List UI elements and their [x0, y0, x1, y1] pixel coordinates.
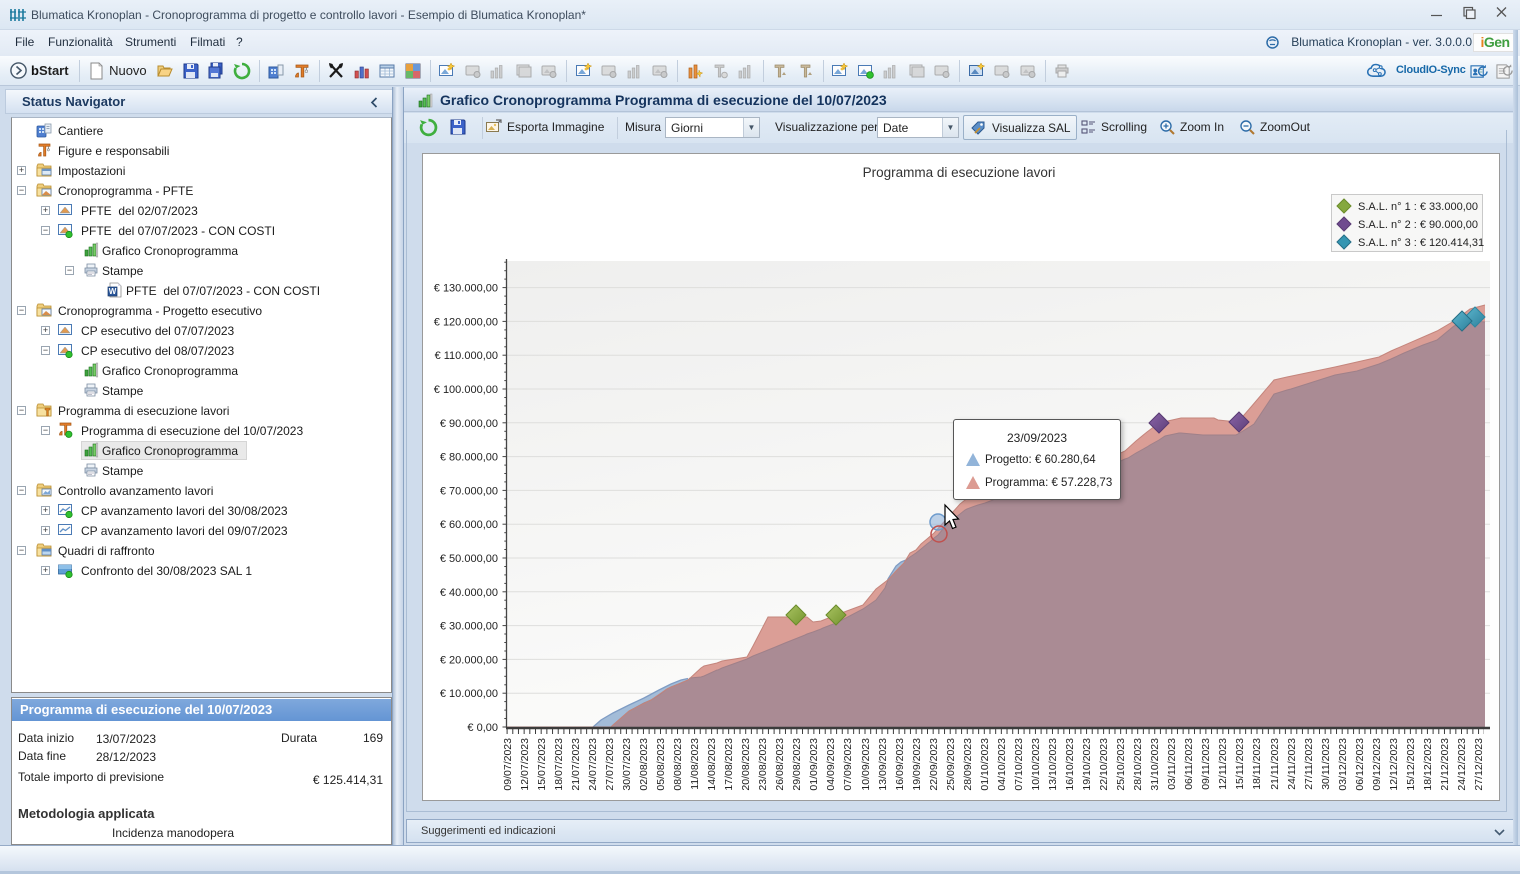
svg-text:07/10/2023: 07/10/2023: [1013, 738, 1025, 791]
svg-text:03/11/2023: 03/11/2023: [1166, 738, 1178, 790]
svg-text:€ 30.000,00: € 30.000,00: [440, 621, 498, 633]
svg-text:€ 60.000,00: € 60.000,00: [440, 519, 498, 531]
svg-text:02/08/2023: 02/08/2023: [638, 738, 650, 791]
svg-text:15/11/2023: 15/11/2023: [1234, 738, 1246, 790]
svg-text:09/12/2023: 09/12/2023: [1371, 738, 1383, 791]
svg-text:10/10/2023: 10/10/2023: [1030, 738, 1042, 791]
svg-text:24/12/2023: 24/12/2023: [1456, 738, 1468, 791]
svg-text:18/11/2023: 18/11/2023: [1251, 738, 1263, 790]
svg-text:26/08/2023: 26/08/2023: [774, 738, 786, 791]
svg-text:31/10/2023: 31/10/2023: [1149, 738, 1161, 791]
svg-text:19/10/2023: 19/10/2023: [1081, 738, 1093, 791]
svg-text:06/11/2023: 06/11/2023: [1183, 738, 1195, 790]
svg-text:13/09/2023: 13/09/2023: [877, 738, 889, 791]
svg-text:10/09/2023: 10/09/2023: [860, 738, 872, 791]
svg-text:27/12/2023: 27/12/2023: [1473, 738, 1485, 791]
svg-text:01/10/2023: 01/10/2023: [979, 738, 991, 791]
svg-text:28/09/2023: 28/09/2023: [962, 738, 974, 791]
svg-text:12/07/2023: 12/07/2023: [519, 738, 531, 791]
svg-text:€ 50.000,00: € 50.000,00: [440, 553, 498, 565]
svg-text:24/11/2023: 24/11/2023: [1286, 738, 1298, 790]
svg-text:21/07/2023: 21/07/2023: [570, 738, 582, 791]
svg-text:€ 100.000,00: € 100.000,00: [434, 384, 498, 396]
svg-text:€ 110.000,00: € 110.000,00: [435, 350, 498, 362]
svg-text:€ 90.000,00: € 90.000,00: [440, 418, 498, 430]
svg-text:12/11/2023: 12/11/2023: [1217, 738, 1229, 790]
svg-text:17/08/2023: 17/08/2023: [723, 738, 735, 791]
svg-text:W: W: [109, 287, 117, 296]
svg-text:€ 80.000,00: € 80.000,00: [440, 452, 498, 464]
svg-text:18/12/2023: 18/12/2023: [1422, 738, 1434, 791]
svg-text:30/11/2023: 30/11/2023: [1320, 738, 1332, 790]
svg-text:€ 20.000,00: € 20.000,00: [440, 654, 498, 666]
svg-text:19/09/2023: 19/09/2023: [911, 738, 923, 791]
svg-text:22/09/2023: 22/09/2023: [928, 738, 940, 791]
svg-text:28/10/2023: 28/10/2023: [1132, 738, 1144, 791]
svg-text:06/12/2023: 06/12/2023: [1354, 738, 1366, 791]
svg-text:27/11/2023: 27/11/2023: [1303, 738, 1315, 790]
svg-text:27/07/2023: 27/07/2023: [604, 738, 616, 791]
svg-text:08/08/2023: 08/08/2023: [672, 738, 684, 791]
svg-text:22/10/2023: 22/10/2023: [1098, 738, 1110, 791]
svg-text:16/09/2023: 16/09/2023: [894, 738, 906, 791]
svg-text:14/08/2023: 14/08/2023: [706, 738, 718, 791]
svg-text:€ 120.000,00: € 120.000,00: [434, 316, 498, 328]
svg-text:23/08/2023: 23/08/2023: [757, 738, 769, 791]
svg-text:20/08/2023: 20/08/2023: [740, 738, 752, 791]
svg-text:05/08/2023: 05/08/2023: [655, 738, 667, 791]
svg-text:€ 70.000,00: € 70.000,00: [440, 485, 498, 497]
svg-text:09/11/2023: 09/11/2023: [1200, 738, 1212, 790]
svg-text:21/11/2023: 21/11/2023: [1269, 738, 1281, 790]
svg-text:25/09/2023: 25/09/2023: [945, 738, 957, 791]
svg-text:24/07/2023: 24/07/2023: [587, 738, 599, 791]
svg-text:03/12/2023: 03/12/2023: [1337, 738, 1349, 791]
svg-text:25/10/2023: 25/10/2023: [1115, 738, 1127, 791]
svg-text:16/10/2023: 16/10/2023: [1064, 738, 1076, 791]
svg-text:29/08/2023: 29/08/2023: [791, 738, 803, 791]
svg-text:€ 40.000,00: € 40.000,00: [440, 587, 498, 599]
svg-text:€ 130.000,00: € 130.000,00: [434, 283, 498, 295]
svg-text:15/07/2023: 15/07/2023: [536, 738, 548, 791]
svg-text:09/07/2023: 09/07/2023: [502, 738, 514, 791]
svg-text:01/09/2023: 01/09/2023: [808, 738, 820, 791]
svg-text:04/09/2023: 04/09/2023: [825, 738, 837, 791]
svg-text:07/09/2023: 07/09/2023: [842, 738, 854, 791]
svg-text:04/10/2023: 04/10/2023: [996, 738, 1008, 791]
svg-text:12/12/2023: 12/12/2023: [1388, 738, 1400, 791]
svg-text:€ 10.000,00: € 10.000,00: [440, 688, 498, 700]
svg-text:Programma di esecuzione lavori: Programma di esecuzione lavori: [863, 165, 1056, 180]
svg-text:30/07/2023: 30/07/2023: [621, 738, 633, 791]
svg-text:11/08/2023: 11/08/2023: [689, 738, 701, 790]
svg-text:15/12/2023: 15/12/2023: [1405, 738, 1417, 791]
svg-text:€ 0,00: € 0,00: [467, 722, 498, 734]
svg-text:21/12/2023: 21/12/2023: [1439, 738, 1451, 791]
svg-text:18/07/2023: 18/07/2023: [553, 738, 565, 791]
svg-text:13/10/2023: 13/10/2023: [1047, 738, 1059, 791]
